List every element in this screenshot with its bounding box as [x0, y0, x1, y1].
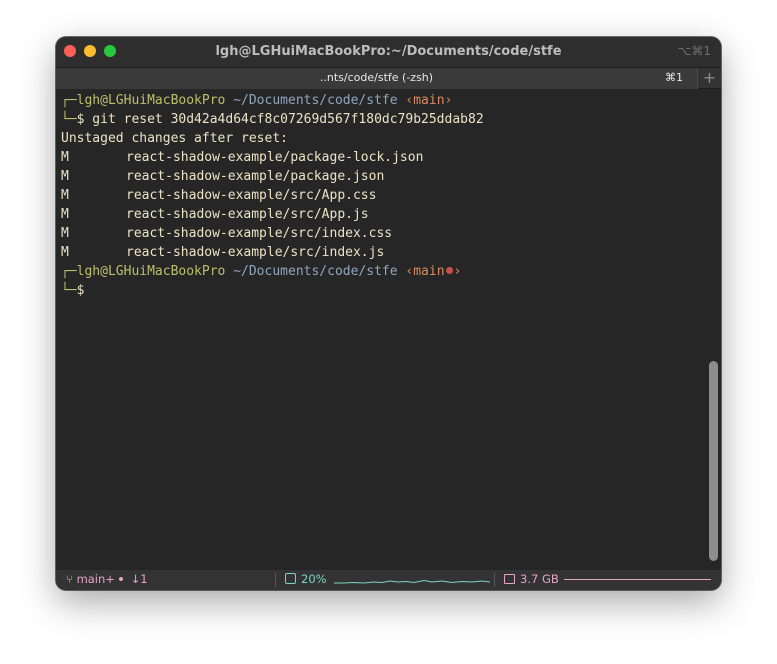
terminal-window: lgh@LGHuiMacBookPro:~/Documents/code/stf…	[56, 37, 721, 590]
tab-bar: ..nts/code/stfe (-zsh) ⌘1 +	[56, 67, 721, 89]
dirty-indicator-icon	[445, 267, 453, 274]
file-path: react-shadow-example/src/App.css	[126, 188, 377, 203]
cpu-icon	[285, 573, 296, 584]
file-status: M	[61, 169, 69, 184]
status-bar: ⑂ main+ ↓1 20% 3.7 GB	[56, 570, 721, 590]
prompt-corner: ┌─	[61, 93, 77, 108]
file-row: Mreact-shadow-example/src/App.js	[61, 205, 369, 224]
prompt-path: ~/Documents/code/stfe	[233, 93, 398, 108]
file-row: Mreact-shadow-example/package-lock.json	[61, 148, 423, 167]
file-path: react-shadow-example/src/App.js	[126, 207, 369, 222]
prompt-corner: ┌─	[61, 264, 77, 279]
file-status: M	[61, 150, 69, 165]
status-divider	[494, 573, 495, 587]
memory-value: 3.7 GB	[520, 572, 559, 586]
file-status: M	[61, 245, 69, 260]
terminal-output[interactable]: ┌─lgh@LGHuiMacBookPro ~/Documents/code/s…	[56, 89, 721, 570]
cpu-graph	[334, 579, 490, 584]
new-tab-button[interactable]: +	[697, 68, 721, 89]
git-plus: +	[105, 572, 115, 586]
file-path: react-shadow-example/package-lock.json	[126, 150, 424, 165]
git-dirty-icon	[118, 577, 123, 581]
command-line: └─$ git reset 30d42a4d64cf8c07269d567f18…	[61, 110, 484, 129]
file-path: react-shadow-example/package.json	[126, 169, 385, 184]
tab-shortcut: ⌘1	[665, 71, 683, 84]
memory-icon	[504, 574, 515, 584]
git-status[interactable]: ⑂ main+ ↓1	[66, 572, 148, 586]
prompt-userhost: lgh@LGHuiMacBookPro	[76, 93, 226, 108]
memory-graph	[564, 579, 711, 580]
window-shortcut: ⌥⌘1	[677, 44, 711, 58]
window-title: lgh@LGHuiMacBookPro:~/Documents/code/stf…	[215, 44, 562, 59]
tab-zsh[interactable]: ..nts/code/stfe (-zsh) ⌘1	[56, 68, 697, 89]
prompt-branch: ‹main	[405, 264, 445, 279]
file-status: M	[61, 188, 69, 203]
file-row: Mreact-shadow-example/src/App.css	[61, 186, 376, 205]
command-line: └─$	[61, 281, 84, 300]
prompt-line: ┌─lgh@LGHuiMacBookPro ~/Documents/code/s…	[61, 262, 461, 281]
git-behind: ↓1	[130, 572, 148, 586]
git-branch: main	[76, 572, 106, 586]
output-header: Unstaged changes after reset:	[61, 131, 288, 146]
memory-usage[interactable]: 3.7 GB	[504, 572, 559, 586]
file-status: M	[61, 207, 69, 222]
cpu-usage[interactable]: 20%	[285, 572, 327, 586]
command-text: git reset 30d42a4d64cf8c07269d567f180dc7…	[84, 112, 484, 127]
file-path: react-shadow-example/src/index.css	[126, 226, 393, 241]
prompt-line: ┌─lgh@LGHuiMacBookPro ~/Documents/code/s…	[61, 91, 452, 110]
title-bar[interactable]: lgh@LGHuiMacBookPro:~/Documents/code/stf…	[56, 37, 721, 67]
file-row: Mreact-shadow-example/src/index.js	[61, 243, 384, 262]
prompt-branch: ‹main›	[405, 93, 453, 108]
cpu-value: 20%	[301, 572, 327, 586]
prompt-corner: └─	[61, 283, 77, 298]
prompt-branch-close: ›	[453, 264, 462, 279]
file-row: Mreact-shadow-example/package.json	[61, 167, 384, 186]
file-path: react-shadow-example/src/index.js	[126, 245, 385, 260]
prompt-corner: └─	[61, 112, 77, 127]
prompt-userhost: lgh@LGHuiMacBookPro	[76, 264, 226, 279]
prompt-path: ~/Documents/code/stfe	[233, 264, 398, 279]
file-status: M	[61, 226, 69, 241]
tab-title: ..nts/code/stfe (-zsh)	[319, 71, 434, 84]
scrollbar[interactable]	[709, 361, 718, 561]
prompt-symbol: $	[76, 283, 85, 298]
git-branch-icon: ⑂	[66, 572, 73, 586]
status-divider	[275, 573, 276, 587]
file-row: Mreact-shadow-example/src/index.css	[61, 224, 392, 243]
